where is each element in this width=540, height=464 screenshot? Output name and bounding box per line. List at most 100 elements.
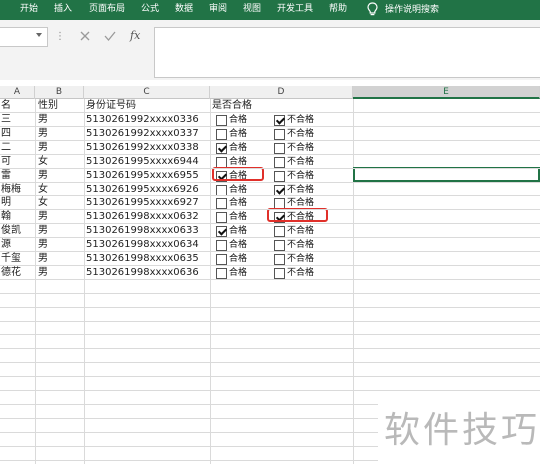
gridline [0, 209, 540, 210]
cell-id[interactable]: 5130261992xxxx0336 [86, 113, 199, 127]
pass-checkbox[interactable] [216, 226, 227, 237]
cell-id[interactable]: 5130261992xxxx0338 [86, 141, 199, 155]
header-id[interactable]: 身份证号码 [86, 99, 136, 113]
tab-page-layout[interactable]: 页面布局 [89, 3, 125, 15]
highlight-fail-checked [267, 208, 328, 222]
cell-id[interactable]: 5130261998xxxx0632 [86, 210, 199, 224]
fail-checkbox[interactable] [274, 171, 285, 182]
cell-name[interactable]: 可 [1, 155, 11, 169]
gridline [0, 154, 540, 155]
cell-gender[interactable]: 男 [38, 113, 48, 127]
gridline [0, 140, 540, 141]
cell-id[interactable]: 5130261995xxxx6927 [86, 196, 199, 210]
cell-gender[interactable]: 男 [38, 169, 48, 183]
cell-gender[interactable]: 男 [38, 141, 48, 155]
fail-checkbox[interactable] [274, 268, 285, 279]
fail-checkbox-label: 不合格 [287, 268, 315, 278]
gridline [0, 418, 378, 419]
tab-data[interactable]: 数据 [175, 3, 193, 15]
selected-cell[interactable] [353, 167, 540, 182]
tab-review[interactable]: 审阅 [209, 3, 227, 15]
tab-insert[interactable]: 插入 [54, 3, 72, 15]
gridline [0, 223, 540, 224]
cell-gender[interactable]: 男 [38, 224, 48, 238]
gridline [0, 376, 540, 377]
cell-name[interactable]: 三 [1, 113, 11, 127]
fail-checkbox[interactable] [274, 226, 285, 237]
cell-gender[interactable]: 男 [38, 210, 48, 224]
cell-gender[interactable]: 女 [38, 155, 48, 169]
name-box[interactable] [0, 27, 48, 47]
pass-checkbox-label: 合格 [229, 115, 248, 125]
cell-name[interactable]: 二 [1, 141, 11, 155]
cell-id[interactable]: 5130261998xxxx0636 [86, 266, 199, 280]
pass-checkbox[interactable] [216, 254, 227, 265]
cell-id[interactable]: 5130261995xxxx6944 [86, 155, 199, 169]
pass-checkbox[interactable] [216, 240, 227, 251]
gridline [0, 112, 540, 113]
cancel-icon[interactable] [78, 29, 92, 43]
column-header-a[interactable]: A [0, 86, 35, 99]
enter-icon[interactable] [103, 29, 117, 43]
fail-checkbox[interactable] [274, 240, 285, 251]
column-header-e[interactable]: E [353, 86, 540, 99]
pass-checkbox[interactable] [216, 143, 227, 154]
cell-gender[interactable]: 男 [38, 127, 48, 141]
pass-checkbox[interactable] [216, 198, 227, 209]
tell-me-search[interactable]: 操作说明搜索 [366, 1, 439, 18]
cell-name[interactable]: 翰 [1, 210, 11, 224]
cell-gender[interactable]: 男 [38, 266, 48, 280]
tab-formulas[interactable]: 公式 [141, 3, 159, 15]
gridline [0, 126, 540, 127]
cell-gender[interactable]: 男 [38, 238, 48, 252]
pass-checkbox-label: 合格 [229, 268, 248, 278]
pass-checkbox[interactable] [216, 129, 227, 140]
header-gender[interactable]: 性别 [38, 99, 58, 113]
pass-checkbox[interactable] [216, 268, 227, 279]
fail-checkbox-label: 不合格 [287, 157, 315, 167]
gridline [0, 265, 540, 266]
ribbon-tab-bar: 开始 插入 页面布局 公式 数据 审阅 视图 开发工具 帮助 操作说明搜索 [0, 0, 540, 20]
formula-buttons: fx [68, 27, 154, 47]
fail-checkbox[interactable] [274, 129, 285, 140]
header-qualified[interactable]: 是否合格 [212, 99, 252, 113]
cell-gender[interactable]: 女 [38, 196, 48, 210]
fail-checkbox[interactable] [274, 115, 285, 126]
fail-checkbox[interactable] [274, 157, 285, 168]
cell-name[interactable]: 四 [1, 127, 11, 141]
gridline [0, 362, 540, 363]
pass-checkbox[interactable] [216, 212, 227, 223]
tab-view[interactable]: 视图 [243, 3, 261, 15]
highlight-pass-checked [212, 167, 264, 181]
cell-name[interactable]: 雷 [1, 169, 11, 183]
cell-name[interactable]: 源 [1, 238, 11, 252]
fail-checkbox-label: 不合格 [287, 171, 315, 181]
pass-checkbox[interactable] [216, 115, 227, 126]
cell-id[interactable]: 5130261998xxxx0635 [86, 252, 199, 266]
tab-developer[interactable]: 开发工具 [277, 3, 313, 15]
cell-id[interactable]: 5130261995xxxx6955 [86, 169, 199, 183]
tab-home[interactable]: 开始 [20, 3, 38, 15]
fail-checkbox[interactable] [274, 254, 285, 265]
cell-id[interactable]: 5130261998xxxx0633 [86, 224, 199, 238]
cell-id[interactable]: 5130261992xxxx0337 [86, 127, 199, 141]
cell-gender[interactable]: 男 [38, 252, 48, 266]
pass-checkbox-label: 合格 [229, 212, 248, 222]
fail-checkbox[interactable] [274, 143, 285, 154]
cell-name[interactable]: 俊凯 [1, 224, 21, 238]
cell-name[interactable]: 德花 [1, 266, 21, 280]
gridline [0, 348, 540, 349]
cell-name[interactable]: 千玺 [1, 252, 21, 266]
insert-function-icon[interactable]: fx [130, 28, 146, 44]
cell-id[interactable]: 5130261998xxxx0634 [86, 238, 199, 252]
pass-checkbox-label: 合格 [229, 129, 248, 139]
gridline [0, 404, 378, 405]
header-name[interactable]: 名 [1, 99, 11, 113]
tab-help[interactable]: 帮助 [329, 3, 347, 15]
column-header-c[interactable]: C [84, 86, 210, 99]
formula-input[interactable] [154, 27, 540, 78]
cell-name[interactable]: 明 [1, 196, 11, 210]
column-header-d[interactable]: D [210, 86, 353, 99]
chevron-down-icon[interactable] [36, 33, 42, 37]
column-header-b[interactable]: B [35, 86, 84, 99]
